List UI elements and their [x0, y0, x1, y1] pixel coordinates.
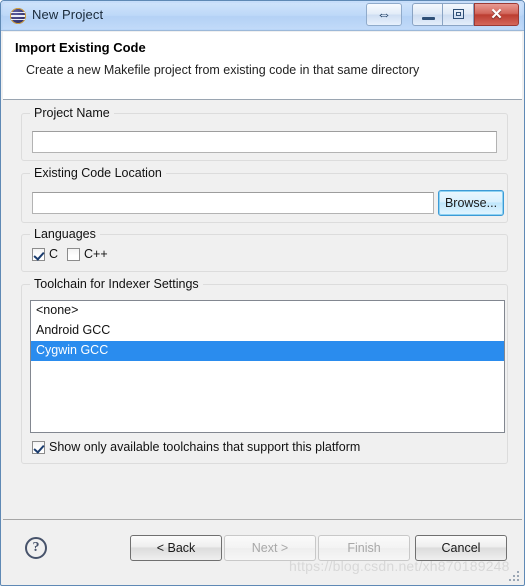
list-item[interactable]: Android GCC	[31, 321, 504, 341]
restore-icon	[453, 9, 464, 19]
browse-button[interactable]: Browse...	[438, 190, 504, 216]
finish-button[interactable]: Finish	[318, 535, 410, 561]
resize-arrows-button[interactable]: ⇔	[366, 3, 402, 26]
list-item[interactable]: <none>	[31, 301, 504, 321]
group-toolchain: Toolchain for Indexer Settings <none> An…	[21, 277, 508, 464]
maximize-button[interactable]	[443, 3, 474, 26]
page-title: Import Existing Code	[15, 40, 146, 55]
back-button[interactable]: < Back	[130, 535, 222, 561]
close-button[interactable]: ✕	[474, 3, 519, 26]
resize-arrows-icon: ⇔	[376, 6, 392, 23]
title-bar[interactable]: New Project ⇔ ✕	[1, 1, 524, 31]
eclipse-sphere-icon	[10, 8, 26, 24]
group-existing-code-location: Existing Code Location Browse...	[21, 166, 508, 223]
group-toolchain-legend: Toolchain for Indexer Settings	[30, 277, 203, 291]
page-description: Create a new Makefile project from exist…	[26, 63, 420, 77]
checkbox-show-available-box[interactable]	[32, 440, 45, 454]
minimize-icon	[422, 17, 435, 20]
next-button[interactable]: Next >	[224, 535, 316, 561]
group-project-name: Project Name	[21, 106, 508, 161]
new-project-dialog: New Project ⇔ ✕ Import Existing Code Cre…	[0, 0, 525, 586]
resize-grip-icon[interactable]	[507, 569, 521, 583]
window-controls: ⇔ ✕	[366, 3, 519, 26]
checkbox-cpp-label: C++	[84, 247, 108, 261]
language-checkbox-cpp[interactable]: C++	[67, 247, 108, 261]
checkbox-c-box[interactable]	[32, 247, 45, 261]
show-only-available-toolchains-checkbox[interactable]: Show only available toolchains that supp…	[32, 440, 360, 454]
wizard-header: Import Existing Code Create a new Makefi…	[3, 32, 522, 100]
group-languages: Languages C C++	[21, 227, 508, 272]
checkbox-show-available-label: Show only available toolchains that supp…	[49, 440, 361, 454]
group-project-name-legend: Project Name	[30, 106, 114, 120]
wizard-body: Project Name Existing Code Location Brow…	[3, 101, 522, 520]
group-existing-code-location-legend: Existing Code Location	[30, 166, 166, 180]
cancel-button[interactable]: Cancel	[415, 535, 507, 561]
toolchain-listbox[interactable]: <none> Android GCC Cygwin GCC	[30, 300, 505, 433]
window-title: New Project	[32, 7, 104, 22]
checkbox-c-label: C	[49, 247, 59, 261]
project-name-input[interactable]	[32, 131, 497, 153]
language-checkbox-c[interactable]: C	[32, 247, 58, 261]
minimize-button[interactable]	[412, 3, 443, 26]
help-icon[interactable]: ?	[25, 537, 47, 559]
group-languages-legend: Languages	[30, 227, 100, 241]
close-icon: ✕	[490, 6, 503, 23]
existing-code-location-input[interactable]	[32, 192, 434, 214]
list-item[interactable]: Cygwin GCC	[31, 341, 504, 361]
checkbox-cpp-box[interactable]	[67, 247, 80, 261]
dialog-button-bar: ? < Back Next > Finish Cancel	[3, 521, 522, 585]
